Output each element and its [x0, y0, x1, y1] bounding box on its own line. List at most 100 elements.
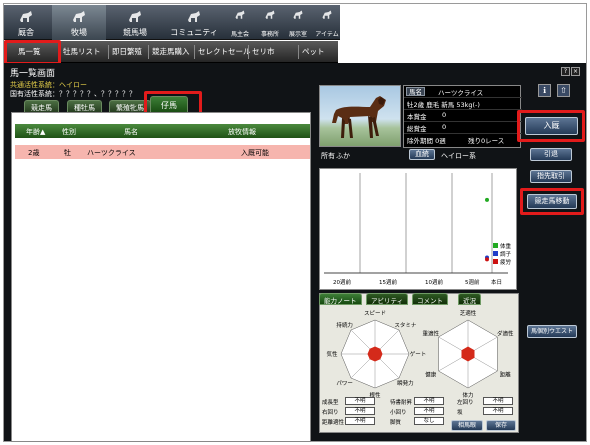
highlight-horse-list: [4, 40, 61, 65]
nav-forum[interactable]: 展示室: [284, 5, 312, 40]
nav-racetrack[interactable]: 競馬場: [110, 5, 160, 40]
earnings-value: 0: [442, 111, 447, 119]
prop-value: 不明: [483, 407, 513, 415]
radar-label: 瞬発力: [397, 379, 414, 387]
help-icon[interactable]: ?: [561, 67, 570, 76]
legend-label: 体重: [500, 244, 512, 250]
subnav-item[interactable]: セリ市: [252, 46, 275, 57]
nav-ranch-icon: [73, 11, 85, 22]
subnav-separator: [298, 45, 299, 59]
prop-label: 坂: [457, 410, 463, 416]
nav-office[interactable]: 事務所: [256, 5, 284, 40]
chart-point-2: [485, 257, 489, 262]
row-pasture: 入厩可能: [241, 149, 269, 157]
page-title: 馬一覧画面: [10, 69, 56, 79]
pin-icon[interactable]: ⇧: [557, 84, 570, 97]
total-value: 0: [442, 123, 447, 131]
prop-value: 不明: [345, 397, 375, 405]
info-icon[interactable]: ℹ: [538, 84, 551, 97]
chart-point-0: [485, 197, 489, 202]
subnav-item[interactable]: ペット: [302, 46, 325, 57]
nav-home[interactable]: 厩舎: [4, 5, 48, 40]
horse-icon: [332, 96, 386, 138]
nav-community-icon: [188, 11, 200, 22]
radar-label: 芝適性: [460, 309, 477, 317]
prop-label: 距離適性: [322, 420, 345, 426]
col-age[interactable]: 年齢▲: [26, 127, 45, 137]
col-sex[interactable]: 性別: [62, 127, 76, 137]
prop-value: 不明: [414, 397, 444, 405]
close-icon[interactable]: ×: [571, 67, 580, 76]
col-name[interactable]: 馬名: [124, 127, 138, 137]
radar-label: ゲート: [410, 350, 427, 358]
nav-home-icon: [20, 11, 32, 22]
legend-label: 調子: [500, 252, 512, 258]
save-button[interactable]: 保存: [486, 420, 516, 431]
name-label: 馬名: [406, 87, 425, 96]
radar-label: 距離: [500, 371, 512, 379]
radar-label: スタミナ: [394, 321, 417, 329]
prop-label: 小回り: [390, 410, 407, 416]
chart-tick-label: 5週前: [465, 280, 480, 286]
col-pasture[interactable]: 放牧情報: [228, 127, 256, 137]
nav-label: アイテム: [315, 31, 339, 38]
nav-label: 展示室: [288, 31, 307, 38]
row-name: ハーツクライス: [87, 149, 136, 157]
subnav-item[interactable]: 牡馬リスト: [63, 46, 101, 57]
row-age: 2歳: [28, 149, 40, 157]
radar-value: [367, 346, 383, 362]
earnings-label: 本賞金: [407, 113, 427, 121]
nav-label: 厩舎: [18, 28, 34, 37]
highlight-move: [520, 188, 584, 215]
history-button[interactable]: 相馬眼: [451, 420, 483, 431]
nav-label: コミュニティ: [170, 28, 218, 37]
nav-label: 牧場: [71, 28, 87, 37]
radar-label: 重適性: [423, 330, 440, 338]
legend-label: 疲労: [500, 260, 512, 266]
owner-label: 所有: [321, 152, 335, 160]
row-sex: 牡: [64, 149, 71, 157]
total-label: 総賞金: [407, 125, 427, 133]
tab-ability-note[interactable]: 能力ノート: [319, 293, 362, 305]
prop-value: 不明: [483, 397, 513, 405]
nav-label: 事務所: [260, 31, 279, 38]
radar-label: 健康: [425, 371, 437, 379]
legend-swatch: [493, 243, 498, 248]
nav-owners[interactable]: 馬主会: [226, 5, 254, 40]
nav-community[interactable]: コミュニティ: [164, 5, 224, 40]
prop-value: なし: [414, 417, 444, 425]
nav-label: 競馬場: [123, 28, 147, 37]
horse-summary: 牡2歳 鹿毛 新馬 53kg(-): [407, 101, 480, 109]
bloodline-button[interactable]: 血統: [409, 149, 435, 160]
chart-plot: [320, 169, 516, 289]
prop-value: 不明: [345, 417, 375, 425]
subnav-separator: [194, 45, 195, 59]
remaining-races: 残り0レース: [468, 137, 505, 145]
retire-button[interactable]: 引退: [530, 148, 572, 161]
bloodline-value: ヘイロー系: [441, 152, 476, 160]
profile-button[interactable]: 馬個別ウエスト: [527, 325, 577, 338]
subnav-item[interactable]: 即日繁殖: [112, 46, 142, 57]
legend-swatch: [493, 259, 498, 264]
tab-status[interactable]: 近況: [458, 293, 481, 305]
transfer-button[interactable]: 指先取引: [530, 170, 572, 183]
subnav-separator: [108, 45, 109, 59]
tab-comment[interactable]: コメント: [412, 293, 448, 305]
tab-ability[interactable]: アビリティ: [366, 293, 409, 305]
subnav-item[interactable]: セレクトセール: [198, 46, 251, 57]
nav-items[interactable]: アイテム: [312, 5, 342, 40]
subnav-item[interactable]: 競走馬購入: [152, 46, 190, 57]
nav-office-icon: [265, 10, 275, 19]
prop-label: 脚質: [390, 420, 402, 426]
nav-label: 馬主会: [230, 31, 249, 38]
radar-label: 気性: [326, 350, 338, 358]
exclusion-period: 除外期間 0週: [407, 137, 446, 145]
subnav-separator: [248, 45, 249, 59]
nav-ranch[interactable]: 牧場: [52, 5, 106, 40]
radar-label: パワー: [336, 380, 353, 387]
chart-tick-label: 20週前: [333, 280, 351, 286]
owner-name: ふか: [336, 152, 350, 160]
radar-label: 持続力: [336, 321, 353, 329]
nav-racetrack-icon: [129, 11, 141, 22]
prop-label: 左回り: [457, 400, 474, 406]
